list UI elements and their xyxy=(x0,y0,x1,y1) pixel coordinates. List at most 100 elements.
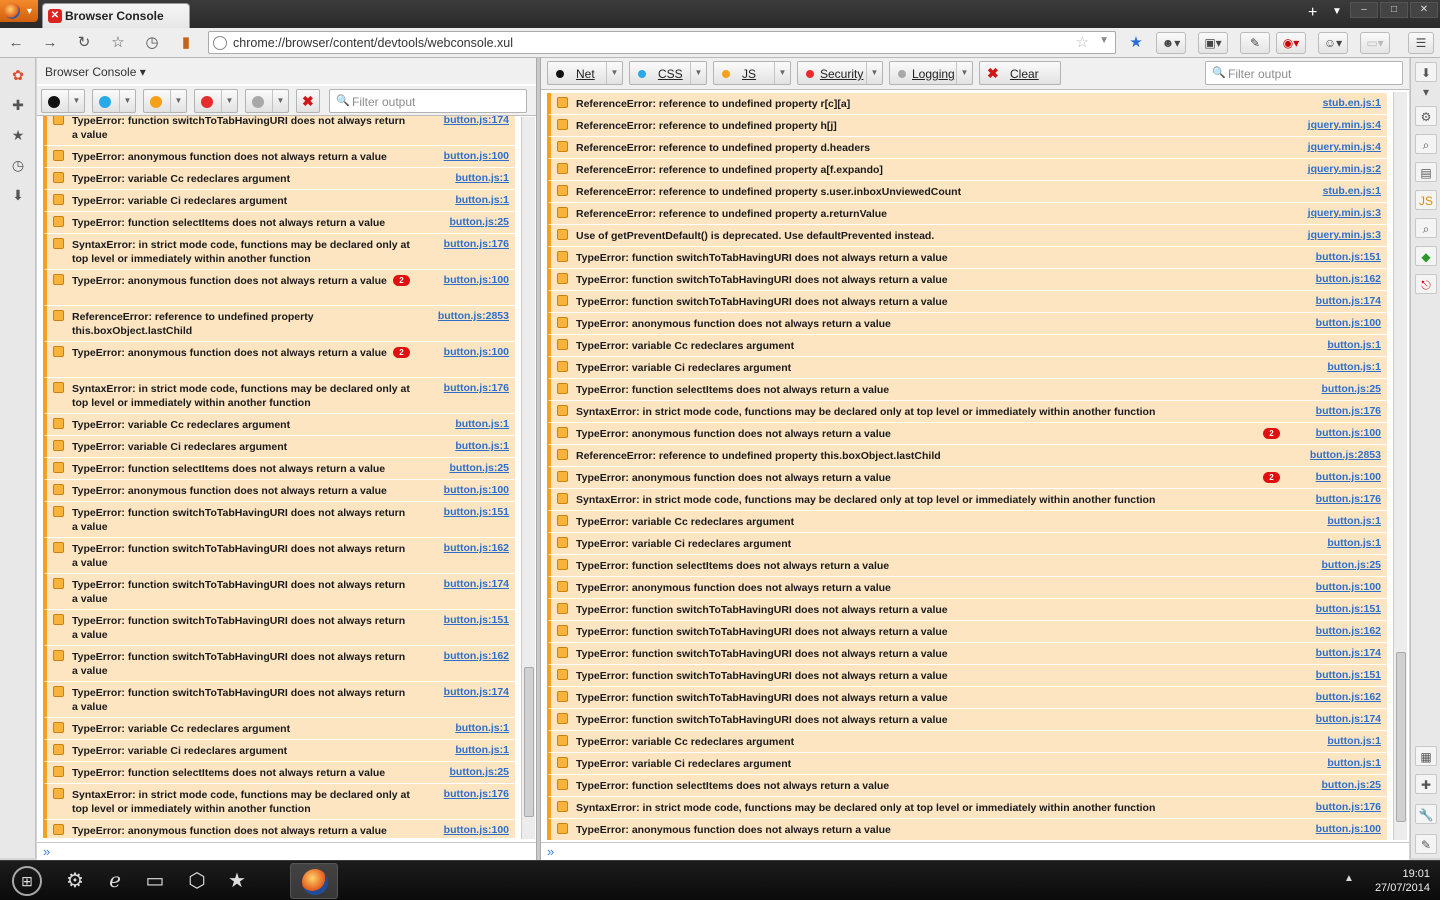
message-row[interactable]: TypeError: function switchToTabHavingURI… xyxy=(547,621,1387,643)
chevron-down-icon[interactable]: ▼ xyxy=(170,90,186,112)
message-source-link[interactable]: button.js:1 xyxy=(455,744,509,756)
tab-browser-console[interactable]: ✕ Browser Console xyxy=(42,3,190,28)
message-source-link[interactable]: stub.en.js:1 xyxy=(1323,97,1381,109)
message-row[interactable]: SyntaxError: in strict mode code, functi… xyxy=(547,797,1387,819)
message-row[interactable]: SyntaxError: in strict mode code, functi… xyxy=(547,401,1387,423)
puzzle-icon[interactable]: ✚ xyxy=(9,96,27,114)
message-row[interactable]: TypeError: variable Ci redeclares argume… xyxy=(43,436,515,458)
chevron-down-icon[interactable]: ▾ xyxy=(1415,82,1437,102)
command-line[interactable]: » xyxy=(541,842,1409,860)
message-source-link[interactable]: button.js:174 xyxy=(1316,295,1381,307)
message-row[interactable]: TypeError: function selectItems does not… xyxy=(547,555,1387,577)
chevron-down-icon[interactable]: ▼ xyxy=(774,62,790,84)
message-source-link[interactable]: button.js:25 xyxy=(450,462,510,474)
firefox-menu-button[interactable]: ▼ xyxy=(0,0,38,22)
message-row[interactable]: TypeError: anonymous function does not a… xyxy=(43,270,515,306)
message-source-link[interactable]: button.js:1 xyxy=(455,172,509,184)
gear-icon[interactable]: ⚙ xyxy=(1415,106,1437,126)
message-row[interactable]: ReferenceError: reference to undefined p… xyxy=(547,203,1387,225)
wrench-icon[interactable]: 🔧 xyxy=(1415,804,1437,824)
close-button[interactable]: ✕ xyxy=(1410,2,1438,18)
message-source-link[interactable]: button.js:100 xyxy=(444,824,509,836)
star-icon[interactable]: ★ xyxy=(224,868,250,894)
chevron-down-icon[interactable]: ▼ xyxy=(68,90,84,112)
scroll-thumb[interactable] xyxy=(1396,652,1406,822)
message-source-link[interactable]: button.js:151 xyxy=(1316,251,1381,263)
command-line[interactable]: » xyxy=(37,842,536,860)
message-source-link[interactable]: button.js:1 xyxy=(1327,757,1381,769)
message-source-link[interactable]: button.js:162 xyxy=(1316,691,1381,703)
chevron-down-icon[interactable]: ▼ xyxy=(690,62,706,84)
message-source-link[interactable]: button.js:100 xyxy=(1316,581,1381,593)
message-source-link[interactable]: button.js:1 xyxy=(1327,361,1381,373)
addon-icon[interactable]: ◆ xyxy=(1415,246,1437,266)
logging-filter-button[interactable]: ▼ xyxy=(245,89,289,113)
message-row[interactable]: TypeError: function switchToTabHavingURI… xyxy=(547,665,1387,687)
message-source-link[interactable]: button.js:174 xyxy=(444,578,509,590)
message-row[interactable]: TypeError: variable Cc redeclares argume… xyxy=(43,718,515,740)
message-row[interactable]: TypeError: anonymous function does not a… xyxy=(547,577,1387,599)
message-source-link[interactable]: button.js:174 xyxy=(444,686,509,698)
addon-button-1[interactable]: ☻▾ xyxy=(1156,32,1186,54)
message-source-link[interactable]: button.js:1 xyxy=(455,418,509,430)
message-row[interactable]: TypeError: anonymous function does not a… xyxy=(43,146,515,168)
message-row[interactable]: TypeError: anonymous function does not a… xyxy=(43,480,515,502)
message-row[interactable]: TypeError: variable Ci redeclares argume… xyxy=(43,190,515,212)
message-row[interactable]: Use of getPreventDefault() is deprecated… xyxy=(547,225,1387,247)
message-row[interactable]: TypeError: function switchToTabHavingURI… xyxy=(547,709,1387,731)
message-source-link[interactable]: button.js:176 xyxy=(444,238,509,250)
message-source-link[interactable]: button.js:25 xyxy=(450,766,510,778)
addon-button-3[interactable]: ✎ xyxy=(1240,32,1270,54)
message-row[interactable]: TypeError: anonymous function does not a… xyxy=(547,467,1387,489)
message-source-link[interactable]: jquery.min.js:3 xyxy=(1308,207,1381,219)
message-row[interactable]: SyntaxError: in strict mode code, functi… xyxy=(547,489,1387,511)
message-row[interactable]: ReferenceError: reference to undefined p… xyxy=(547,159,1387,181)
back-icon[interactable]: ← xyxy=(4,32,28,54)
message-source-link[interactable]: button.js:100 xyxy=(1316,823,1381,835)
message-row[interactable]: TypeError: function selectItems does not… xyxy=(43,458,515,480)
minimize-button[interactable]: – xyxy=(1350,2,1378,18)
maximize-button[interactable]: □ xyxy=(1380,2,1408,18)
message-source-link[interactable]: button.js:1 xyxy=(1327,339,1381,351)
message-row[interactable]: TypeError: function switchToTabHavingURI… xyxy=(547,269,1387,291)
chevron-down-icon[interactable]: ▼ xyxy=(866,62,882,84)
url-bar[interactable]: chrome://browser/content/devtools/webcon… xyxy=(208,31,1116,54)
left-scrollbar[interactable] xyxy=(521,117,535,839)
message-row[interactable]: TypeError: function switchToTabHavingURI… xyxy=(547,643,1387,665)
clock-icon[interactable]: ◷ xyxy=(9,156,27,174)
message-source-link[interactable]: button.js:162 xyxy=(1316,273,1381,285)
box-icon[interactable]: ⬡ xyxy=(184,868,210,894)
message-row[interactable]: ReferenceError: reference to undefined p… xyxy=(547,137,1387,159)
right-message-list[interactable]: ReferenceError: reference to undefined p… xyxy=(547,92,1391,840)
download-icon[interactable]: ⬇ xyxy=(9,186,27,204)
message-row[interactable]: TypeError: function switchToTabHavingURI… xyxy=(43,682,515,718)
clock[interactable]: 19:01 27/07/2014 xyxy=(1375,867,1430,895)
message-row[interactable]: ReferenceError: reference to undefined p… xyxy=(547,93,1387,115)
message-row[interactable]: TypeError: variable Ci redeclares argume… xyxy=(43,740,515,762)
message-row[interactable]: TypeError: variable Cc redeclares argume… xyxy=(547,731,1387,753)
message-source-link[interactable]: button.js:151 xyxy=(444,506,509,518)
message-source-link[interactable]: button.js:174 xyxy=(444,116,509,126)
message-source-link[interactable]: button.js:162 xyxy=(444,542,509,554)
message-source-link[interactable]: button.js:100 xyxy=(444,484,509,496)
security-filter-button[interactable]: Security ▼ xyxy=(797,61,883,85)
message-row[interactable]: TypeError: function switchToTabHavingURI… xyxy=(43,646,515,682)
message-source-link[interactable]: button.js:1 xyxy=(1327,515,1381,527)
message-row[interactable]: TypeError: function switchToTabHavingURI… xyxy=(43,574,515,610)
clear-button[interactable]: ✖ Clear xyxy=(979,61,1061,85)
message-source-link[interactable]: button.js:100 xyxy=(1316,471,1381,483)
message-row[interactable]: TypeError: function switchToTabHavingURI… xyxy=(547,599,1387,621)
settings-icon[interactable]: ⚙ xyxy=(62,868,88,894)
forward-icon[interactable]: → xyxy=(38,32,62,54)
message-row[interactable]: TypeError: anonymous function does not a… xyxy=(43,342,515,378)
search-icon[interactable]: ⌕ xyxy=(1415,134,1437,154)
scroll-thumb[interactable] xyxy=(524,667,534,817)
message-row[interactable]: SyntaxError: in strict mode code, functi… xyxy=(43,784,515,820)
net-filter-button[interactable]: ▼ xyxy=(41,89,85,113)
puzzle-icon[interactable]: ✚ xyxy=(1415,774,1437,794)
bookmarks-icon[interactable]: ★ xyxy=(9,126,27,144)
history-icon[interactable]: ◷ xyxy=(140,32,164,54)
message-source-link[interactable]: button.js:25 xyxy=(450,216,510,228)
message-source-link[interactable]: button.js:25 xyxy=(1322,383,1382,395)
message-row[interactable]: TypeError: variable Cc redeclares argume… xyxy=(547,511,1387,533)
